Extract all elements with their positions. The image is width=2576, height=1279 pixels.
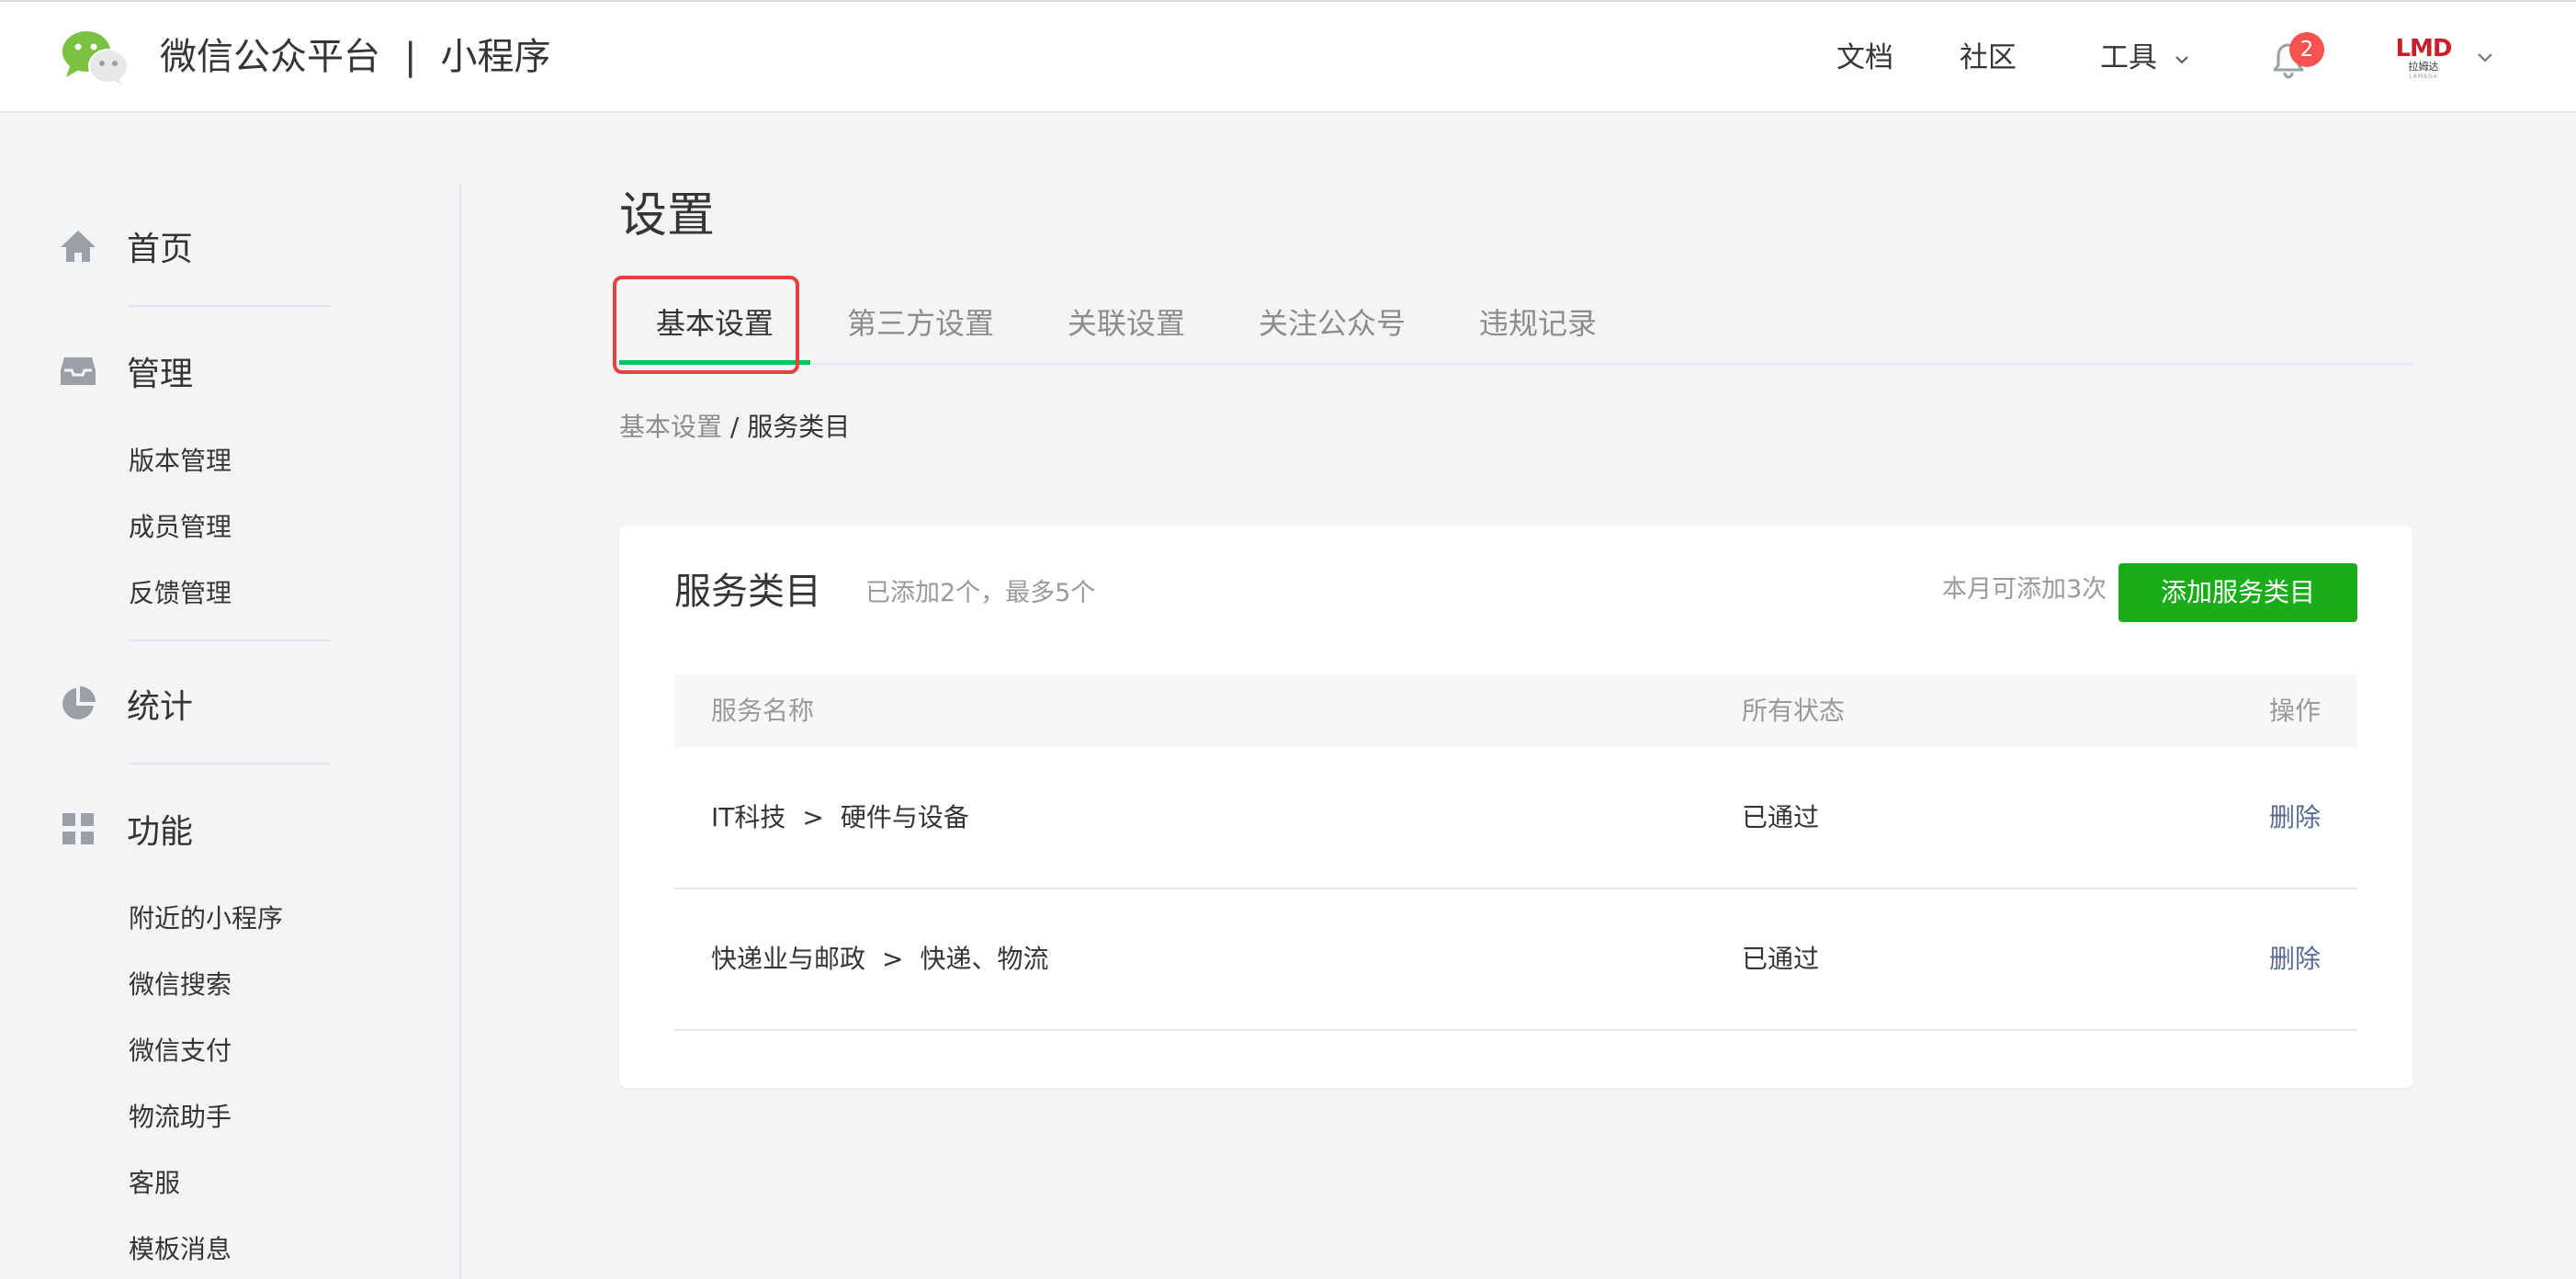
sidebar-item-label: 功能: [127, 813, 194, 851]
column-header-status[interactable]: 所有状态: [1742, 674, 1845, 748]
sidebar-item-stats[interactable]: 统计: [57, 676, 193, 731]
nav-tools-dropdown[interactable]: 工具: [2100, 35, 2192, 81]
brand-title[interactable]: 微信公众平台 | 小程序: [160, 28, 550, 86]
sidebar-item-label: 管理: [127, 356, 194, 393]
sidebar-subitem-pay[interactable]: 微信支付: [129, 1033, 232, 1070]
breadcrumb-separator: /: [722, 412, 748, 442]
sidebar-border: [459, 184, 461, 1279]
inbox-icon: [61, 357, 96, 385]
service-name-cell: IT科技 > 硬件与设备: [711, 748, 969, 888]
column-header-name: 服务名称: [711, 696, 815, 726]
sidebar-subitem-feedback[interactable]: 反馈管理: [129, 575, 232, 612]
breadcrumb: 基本设置 / 服务类目: [619, 409, 850, 446]
tabs-baseline: [619, 363, 2412, 365]
monthly-quota-text: 本月可添加3次: [1942, 575, 2107, 604]
subcategory-label: 快递、物流: [920, 944, 1049, 974]
sidebar-subitem-members[interactable]: 成员管理: [129, 509, 232, 546]
table-row: 快递业与邮政 > 快递、物流 已通过 删除: [674, 889, 2357, 1031]
breadcrumb-current: 服务类目: [747, 412, 851, 442]
nav-tools-label: 工具: [2100, 41, 2157, 74]
add-service-category-button[interactable]: 添加服务类目: [2118, 563, 2357, 622]
brand-separator: |: [404, 36, 417, 78]
sidebar-subitem-logistics[interactable]: 物流助手: [129, 1099, 232, 1136]
sidebar-subitem-nearby[interactable]: 附近的小程序: [129, 900, 283, 937]
status-cell: 已通过: [1742, 944, 1820, 974]
sidebar-item-home[interactable]: 首页: [57, 219, 193, 274]
sidebar-subitem-search[interactable]: 微信搜索: [129, 967, 232, 1003]
breadcrumb-parent-link[interactable]: 基本设置: [619, 412, 722, 442]
tab-follow-official-account[interactable]: 关注公众号: [1259, 296, 1406, 362]
home-icon: [61, 231, 96, 262]
sidebar-divider: [129, 305, 331, 307]
sidebar-subitem-version[interactable]: 版本管理: [129, 443, 232, 480]
column-header-action: 操作: [2268, 696, 2321, 726]
page-title: 设置: [619, 188, 716, 243]
subcategory-label: 硬件与设备: [840, 802, 969, 832]
avatar-logo-text: LMD: [2395, 35, 2452, 62]
tab-third-party-settings[interactable]: 第三方设置: [847, 296, 994, 362]
sidebar-item-features[interactable]: 功能: [57, 801, 193, 856]
sidebar-subitem-customer-service[interactable]: 客服: [129, 1165, 180, 1202]
tab-violation-records[interactable]: 违规记录: [1479, 296, 1597, 362]
delete-link[interactable]: 删除: [2269, 748, 2321, 888]
brand-platform: 微信公众平台: [160, 36, 380, 78]
card-subtitle: 已添加2个，最多5个: [865, 579, 1096, 607]
category-arrow: >: [802, 802, 824, 832]
account-menu-chevron-icon[interactable]: [2473, 48, 2497, 68]
nav-community-link[interactable]: 社区: [1960, 35, 2017, 81]
avatar-logo-subtext-en: LAMBDA: [2409, 74, 2438, 80]
nav-docs-link[interactable]: 文档: [1836, 35, 1893, 81]
avatar-logo-subtext: 拉姆达: [2408, 61, 2439, 73]
pie-chart-icon: [62, 686, 96, 719]
chevron-down-icon: [2175, 55, 2188, 63]
tab-association-settings[interactable]: 关联设置: [1068, 296, 1185, 362]
notification-badge[interactable]: 2: [2289, 32, 2324, 67]
sidebar-subitem-template-messages[interactable]: 模板消息: [129, 1231, 232, 1268]
sidebar-item-manage[interactable]: 管理: [57, 344, 193, 399]
grid-icon: [62, 813, 94, 844]
delete-link[interactable]: 删除: [2269, 889, 2321, 1029]
category-arrow: >: [882, 944, 904, 974]
status-cell: 已通过: [1742, 802, 1820, 832]
annotation-highlight-box: [613, 276, 799, 374]
brand-product: 小程序: [440, 36, 551, 78]
service-name-cell: 快递业与邮政 > 快递、物流: [711, 889, 1049, 1029]
service-category-card: 服务类目 已添加2个，最多5个 本月可添加3次 添加服务类目 服务名称 所有状态…: [619, 526, 2412, 1088]
table-row: IT科技 > 硬件与设备 已通过 删除: [674, 748, 2357, 889]
account-avatar[interactable]: LMD 拉姆达 LAMBDA: [2394, 37, 2453, 83]
sidebar-item-label: 首页: [127, 231, 194, 268]
card-title: 服务类目: [674, 571, 821, 613]
table-header: 服务名称 所有状态 操作: [674, 674, 2357, 748]
sidebar-divider: [129, 763, 331, 764]
sidebar-divider: [129, 640, 331, 641]
top-header: 微信公众平台 | 小程序 文档 社区 工具 2 LMD 拉姆达 LAMBDA: [0, 0, 2576, 113]
service-category-table: 服务名称 所有状态 操作 IT科技 > 硬件与设备 已通过 删除 快递业与邮政 > 快递…: [674, 674, 2357, 1031]
wechat-logo-icon[interactable]: [61, 28, 129, 86]
category-label: IT科技: [711, 802, 786, 832]
sidebar-item-label: 统计: [127, 688, 194, 726]
category-label: 快递业与邮政: [711, 944, 866, 974]
